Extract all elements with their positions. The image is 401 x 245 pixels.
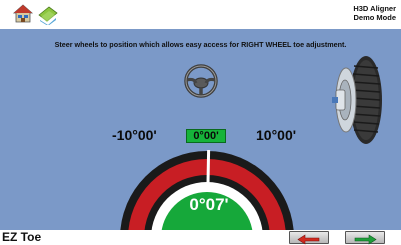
toe-reading: 0°07' <box>189 195 229 214</box>
instruction-text: Steer wheels to position which allows ea… <box>54 40 347 49</box>
top-toolbar: H3D Aligner Demo Mode <box>0 0 401 29</box>
right-arrow-icon <box>354 234 377 245</box>
lift-button[interactable] <box>37 3 59 26</box>
app-name: H3D Aligner Demo Mode <box>353 4 396 22</box>
toe-gauge <box>118 144 296 238</box>
left-arrow-icon <box>297 234 320 245</box>
right-wheel-icon <box>332 54 386 146</box>
lift-icon <box>38 6 58 26</box>
main-panel: Steer wheels to position which allows ea… <box>0 29 401 238</box>
current-value-box: 0°00' <box>186 129 226 143</box>
screen-title: EZ Toe <box>2 230 42 244</box>
next-button[interactable] <box>345 231 385 245</box>
gauge-min-label: -10°00' <box>112 127 157 143</box>
app-name-line2: Demo Mode <box>353 13 396 22</box>
bottom-bar: EZ Toe <box>0 230 401 245</box>
home-icon <box>12 4 34 23</box>
app-name-line1: H3D Aligner <box>353 4 396 13</box>
home-button[interactable] <box>12 3 34 25</box>
gauge-max-label: 10°00' <box>256 127 297 143</box>
steering-wheel-icon <box>184 64 218 98</box>
back-button[interactable] <box>289 231 329 245</box>
